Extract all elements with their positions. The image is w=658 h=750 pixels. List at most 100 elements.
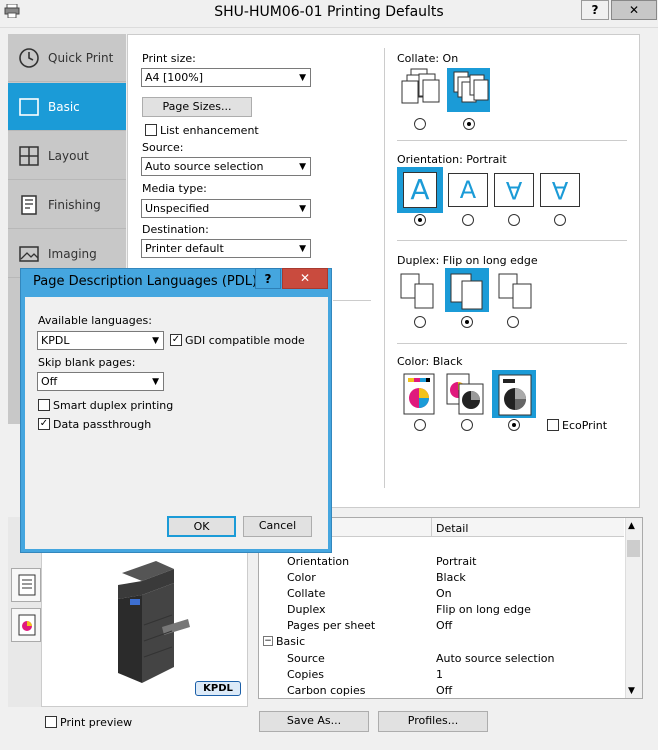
collapse-icon[interactable]: − bbox=[263, 636, 273, 646]
window-title: SHU-HUM06-01 Printing Defaults bbox=[214, 4, 444, 20]
color-page-icon bbox=[18, 614, 36, 639]
duplex-short-edge-radio[interactable] bbox=[507, 316, 519, 328]
dialog-help-button[interactable]: ? bbox=[255, 268, 281, 289]
orientation-rotated-portrait-radio[interactable] bbox=[508, 214, 520, 226]
scroll-thumb[interactable] bbox=[627, 540, 640, 557]
grid-row-name: Color bbox=[287, 571, 316, 584]
grid-row-value: Portrait bbox=[436, 555, 477, 568]
profiles-button[interactable]: Profiles... bbox=[378, 711, 488, 732]
smart-duplex-checkbox[interactable] bbox=[38, 399, 50, 411]
dialog-cancel-button[interactable]: Cancel bbox=[243, 516, 312, 537]
grid-row-name: Copies bbox=[287, 668, 324, 681]
orientation-rotated-landscape-radio[interactable] bbox=[554, 214, 566, 226]
collate-on-option[interactable] bbox=[447, 68, 490, 112]
list-enhancement-checkbox[interactable] bbox=[145, 124, 157, 136]
dialog-ok-button[interactable]: OK bbox=[167, 516, 236, 537]
skip-blank-pages-value: Off bbox=[41, 375, 58, 388]
source-value: Auto source selection bbox=[145, 160, 264, 173]
collate-off-option[interactable] bbox=[397, 67, 442, 115]
duplex-short-edge-option[interactable] bbox=[495, 270, 540, 312]
orientation-label: Orientation: Portrait bbox=[397, 153, 507, 166]
chevron-down-icon: ▼ bbox=[299, 73, 306, 83]
sidebar-item-finishing[interactable]: Finishing bbox=[8, 181, 126, 229]
source-label: Source: bbox=[142, 141, 184, 154]
page-lines-icon bbox=[18, 574, 36, 599]
grid-row-name: Carbon copies bbox=[287, 684, 366, 697]
clock-icon bbox=[18, 47, 40, 69]
preview-tab-color[interactable] bbox=[11, 608, 41, 642]
color-mixed-radio[interactable] bbox=[461, 419, 473, 431]
finishing-icon bbox=[18, 194, 40, 216]
chevron-down-icon: ▼ bbox=[299, 204, 306, 214]
grid-header-divider bbox=[431, 518, 432, 537]
chevron-down-icon: ▼ bbox=[152, 377, 159, 387]
duplex-off-option[interactable] bbox=[397, 270, 442, 312]
available-languages-value: KPDL bbox=[41, 334, 70, 347]
color-black-option[interactable] bbox=[492, 370, 536, 418]
list-enhancement-label: List enhancement bbox=[160, 124, 259, 137]
ecoprint-checkbox[interactable] bbox=[547, 419, 559, 431]
smart-duplex-label: Smart duplex printing bbox=[53, 399, 174, 412]
grid-row-name: Collate bbox=[287, 587, 326, 600]
grid-row-name: Orientation bbox=[287, 555, 350, 568]
skip-blank-pages-select[interactable]: Off ▼ bbox=[37, 372, 164, 391]
sidebar-item-quick-print[interactable]: Quick Print bbox=[8, 34, 126, 82]
grid-row-value: Black bbox=[436, 571, 466, 584]
page-sizes-button[interactable]: Page Sizes... bbox=[142, 97, 252, 117]
grid-row-name: Source bbox=[287, 652, 325, 665]
destination-label: Destination: bbox=[142, 223, 209, 236]
image-icon bbox=[18, 243, 40, 265]
divider bbox=[333, 300, 371, 301]
collate-off-radio[interactable] bbox=[414, 118, 426, 130]
collate-label: Collate: On bbox=[397, 52, 459, 65]
orientation-landscape-radio[interactable] bbox=[462, 214, 474, 226]
gdi-compatible-checkbox[interactable]: ✓ bbox=[170, 334, 182, 346]
color-full-radio[interactable] bbox=[414, 419, 426, 431]
print-size-select[interactable]: A4 [100%] ▼ bbox=[141, 68, 311, 87]
grid-row-value: Auto source selection bbox=[436, 652, 555, 665]
grid-row-name: Pages per sheet bbox=[287, 619, 376, 632]
sidebar-item-label: Finishing bbox=[48, 197, 101, 212]
sidebar-item-layout[interactable]: Layout bbox=[8, 132, 126, 180]
sidebar-item-basic[interactable]: Basic bbox=[8, 83, 126, 131]
grid-group-basic: Basic bbox=[276, 635, 306, 648]
destination-select[interactable]: Printer default ▼ bbox=[141, 239, 311, 258]
panel-divider bbox=[384, 48, 385, 488]
chevron-down-icon: ▼ bbox=[299, 244, 306, 254]
gdi-compatible-label: GDI compatible mode bbox=[185, 334, 305, 347]
color-mixed-option[interactable] bbox=[445, 372, 487, 416]
source-select[interactable]: Auto source selection ▼ bbox=[141, 157, 311, 176]
grid-row-value: Off bbox=[436, 619, 453, 632]
grid-row-name: Duplex bbox=[287, 603, 326, 616]
collate-on-radio[interactable] bbox=[463, 118, 475, 130]
orientation-landscape-option[interactable]: A bbox=[448, 173, 488, 207]
duplex-long-edge-radio[interactable] bbox=[461, 316, 473, 328]
orientation-portrait-option[interactable]: A bbox=[397, 167, 443, 213]
data-passthrough-checkbox[interactable]: ✓ bbox=[38, 418, 50, 430]
duplex-off-radio[interactable] bbox=[414, 316, 426, 328]
orientation-rotated-portrait-option[interactable]: A bbox=[494, 173, 534, 207]
color-black-radio[interactable] bbox=[508, 419, 520, 431]
scroll-up-icon[interactable]: ▲ bbox=[628, 521, 635, 531]
dialog-close-button[interactable]: ✕ bbox=[282, 268, 328, 289]
available-languages-label: Available languages: bbox=[38, 314, 152, 327]
help-button[interactable]: ? bbox=[581, 0, 609, 20]
close-button[interactable]: ✕ bbox=[611, 0, 657, 20]
destination-value: Printer default bbox=[145, 242, 224, 255]
orientation-rotated-landscape-option[interactable]: A bbox=[540, 173, 580, 207]
media-type-select[interactable]: Unspecified ▼ bbox=[141, 199, 311, 218]
chevron-down-icon: ▼ bbox=[299, 162, 306, 172]
color-full-option[interactable] bbox=[400, 372, 438, 416]
print-preview-checkbox[interactable] bbox=[45, 716, 57, 728]
orientation-portrait-radio[interactable] bbox=[414, 214, 426, 226]
scroll-down-icon[interactable]: ▼ bbox=[628, 686, 635, 696]
preview-tab-page[interactable] bbox=[11, 568, 41, 602]
sidebar-item-label: Imaging bbox=[48, 246, 97, 261]
duplex-long-edge-option[interactable] bbox=[445, 268, 489, 312]
ecoprint-label: EcoPrint bbox=[562, 419, 608, 432]
skip-blank-pages-label: Skip blank pages: bbox=[38, 356, 136, 369]
save-as-button[interactable]: Save As... bbox=[259, 711, 369, 732]
divider bbox=[397, 240, 627, 241]
print-size-label: Print size: bbox=[142, 52, 196, 65]
available-languages-select[interactable]: KPDL ▼ bbox=[37, 331, 164, 350]
